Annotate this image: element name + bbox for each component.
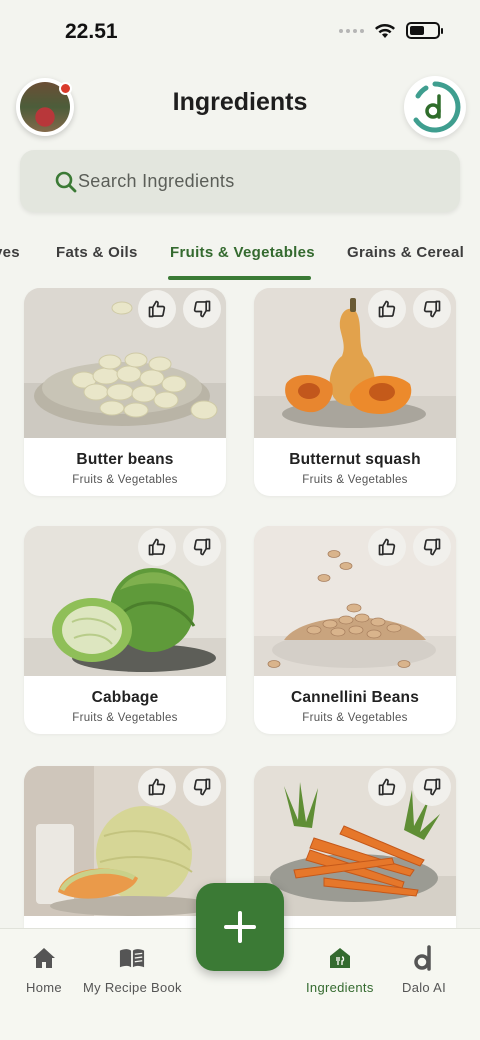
plus-icon (224, 911, 256, 943)
ingredient-category: Fruits & Vegetables (72, 712, 178, 724)
search-bar[interactable] (20, 150, 460, 212)
nav-item-home[interactable]: Home (26, 945, 62, 995)
thumbs-down-icon (193, 538, 211, 556)
battery-level (410, 26, 425, 35)
thumbs-down-button[interactable] (413, 290, 451, 328)
dalo-ai-button[interactable] (404, 76, 466, 138)
thumbs-up-icon (378, 778, 396, 796)
thumbs-up-button[interactable] (368, 528, 406, 566)
thumbs-up-icon (378, 300, 396, 318)
thumbs-down-button[interactable] (183, 528, 221, 566)
category-tabs: ves Fats & Oils Fruits & Vegetables Grai… (0, 232, 480, 280)
thumbs-down-button[interactable] (183, 290, 221, 328)
tab-fats-oils[interactable]: Fats & Oils (56, 244, 138, 261)
header: Ingredients (0, 74, 480, 138)
thumbs-up-button[interactable] (368, 290, 406, 328)
book-icon (119, 945, 145, 971)
thumbs-up-button[interactable] (138, 528, 176, 566)
ingredient-card[interactable] (254, 766, 456, 928)
tab-grains-cereal[interactable]: Grains & Cereal (347, 244, 464, 261)
tab-previous[interactable]: ves (0, 244, 20, 261)
ingredient-card[interactable]: Butternut squash Fruits & Vegetables (254, 288, 456, 496)
ingredient-category: Fruits & Vegetables (302, 474, 408, 486)
nav-item-recipe-book[interactable]: My Recipe Book (83, 945, 182, 995)
ingredient-grid: Butter beans Fruits & Vegetables Buttern… (0, 288, 480, 928)
ingredient-card[interactable]: Butter beans Fruits & Vegetables (24, 288, 226, 496)
dalo-logo-icon (413, 81, 461, 133)
dalo-icon (411, 945, 437, 971)
ingredient-card[interactable]: Cannellini Beans Fruits & Vegetables (254, 526, 456, 734)
thumbs-up-icon (148, 300, 166, 318)
nav-label: Dalo AI (402, 980, 447, 995)
nav-item-ingredients[interactable]: Ingredients (306, 945, 374, 995)
home-icon (31, 945, 57, 971)
ingredient-name: Cannellini Beans (290, 689, 420, 706)
thumbs-up-button[interactable] (138, 290, 176, 328)
wifi-icon (375, 23, 395, 38)
ingredient-category: Fruits & Vegetables (302, 712, 408, 724)
nav-item-dalo-ai[interactable]: Dalo AI (402, 945, 446, 995)
nav-label: Ingredients (306, 980, 374, 995)
thumbs-down-icon (193, 300, 211, 318)
status-time: 22.51 (65, 20, 118, 43)
ingredient-category: Fruits & Vegetables (72, 474, 178, 486)
status-bar: 22.51 (0, 0, 480, 60)
thumbs-down-icon (423, 778, 441, 796)
thumbs-down-button[interactable] (183, 768, 221, 806)
thumbs-down-button[interactable] (413, 528, 451, 566)
search-icon (55, 171, 77, 193)
tab-fruits-vegetables[interactable]: Fruits & Vegetables (170, 244, 315, 261)
thumbs-up-button[interactable] (138, 768, 176, 806)
active-tab-indicator (168, 276, 311, 280)
ingredient-name: Butternut squash (289, 451, 421, 468)
thumbs-down-icon (193, 778, 211, 796)
status-icons (339, 22, 443, 39)
thumbs-down-icon (423, 300, 441, 318)
signal-icon (339, 28, 364, 33)
thumbs-up-icon (148, 538, 166, 556)
ingredients-icon (327, 945, 353, 971)
battery-icon (406, 22, 443, 39)
search-input[interactable] (78, 170, 460, 192)
thumbs-up-icon (378, 538, 396, 556)
thumbs-up-button[interactable] (368, 768, 406, 806)
nav-label: My Recipe Book (83, 980, 182, 995)
ingredient-name: Butter beans (76, 451, 174, 468)
thumbs-up-icon (148, 778, 166, 796)
nav-label: Home (26, 980, 62, 995)
thumbs-down-icon (423, 538, 441, 556)
thumbs-down-button[interactable] (413, 768, 451, 806)
ingredient-name: Cabbage (91, 689, 159, 706)
add-button[interactable] (196, 883, 284, 971)
ingredient-card[interactable]: Cabbage Fruits & Vegetables (24, 526, 226, 734)
